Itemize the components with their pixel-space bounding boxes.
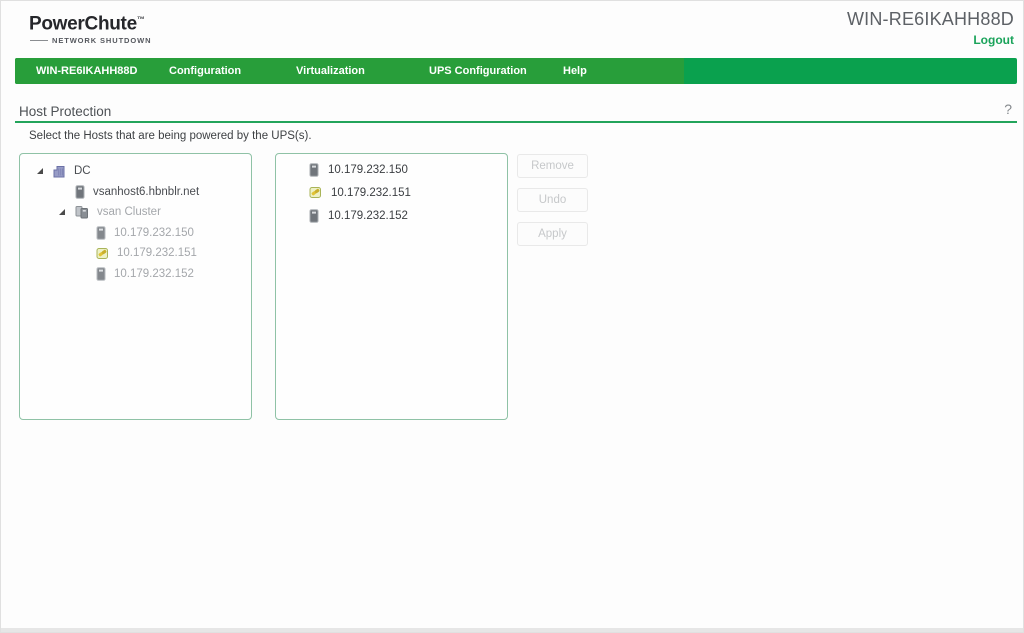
tree-label: vsan Cluster <box>97 206 161 218</box>
remove-button[interactable]: Remove <box>517 154 588 178</box>
host-icon <box>96 267 106 281</box>
nav-item-virtualization[interactable]: Virtualization <box>296 58 429 84</box>
cluster-icon <box>74 205 89 219</box>
tree-label: 10.179.232.152 <box>114 268 194 280</box>
powerchute-window: PowerChute™ NETWORK SHUTDOWN WIN-RE6IKAH… <box>0 0 1024 633</box>
logout-link[interactable]: Logout <box>847 33 1014 47</box>
selected-host-label: 10.179.232.150 <box>328 164 408 176</box>
window-bottom-edge <box>1 628 1023 632</box>
expand-triangle-icon[interactable] <box>58 208 66 216</box>
host-icon <box>75 185 85 199</box>
instruction-text: Select the Hosts that are being powered … <box>29 130 312 142</box>
logo-subtitle-text: NETWORK SHUTDOWN <box>52 36 151 45</box>
tree-label: DC <box>74 165 91 177</box>
main-navbar: WIN-RE6IKAHH88D Configuration Virtualiza… <box>15 58 1017 84</box>
selected-host-row-151[interactable]: 10.179.232.151 <box>276 181 507 204</box>
selected-host-row-150[interactable]: 10.179.232.150 <box>276 158 507 181</box>
host-icon <box>96 226 106 240</box>
undo-button[interactable]: Undo <box>517 188 588 212</box>
nav-item-hostname[interactable]: WIN-RE6IKAHH88D <box>36 58 169 84</box>
expand-triangle-icon[interactable] <box>36 167 44 175</box>
trademark-symbol: ™ <box>137 15 145 24</box>
nav-item-help[interactable]: Help <box>563 58 587 84</box>
tree-row-host-152[interactable]: 10.179.232.152 <box>20 264 251 285</box>
help-icon[interactable]: ? <box>1004 101 1012 117</box>
header-right: WIN-RE6IKAHH88D Logout <box>847 9 1014 47</box>
vsan-witness-host-icon <box>96 247 109 260</box>
host-icon <box>309 209 319 223</box>
powerchute-logo: PowerChute™ NETWORK SHUTDOWN <box>29 10 151 45</box>
logo-title-text: PowerChute <box>29 13 137 34</box>
datacenter-icon <box>52 164 66 178</box>
tree-row-host[interactable]: vsanhost6.hbnblr.net <box>20 182 251 203</box>
host-icon <box>309 163 319 177</box>
inventory-tree-panel: DC vsanhost6.hbnblr.net <box>19 153 252 420</box>
tree-row-host-151[interactable]: 10.179.232.151 <box>20 243 251 264</box>
tree-label: 10.179.232.151 <box>117 247 197 259</box>
tree-label: 10.179.232.150 <box>114 227 194 239</box>
selected-host-label: 10.179.232.151 <box>331 187 411 199</box>
vsan-witness-host-icon <box>309 186 322 199</box>
apply-button[interactable]: Apply <box>517 222 588 246</box>
tree-row-host-150[interactable]: 10.179.232.150 <box>20 223 251 244</box>
protected-hosts-panel: 10.179.232.150 10.179.232.151 10.179.232… <box>275 153 508 420</box>
logo-dash <box>30 40 48 41</box>
title-underline <box>15 121 1017 123</box>
navbar-menu: WIN-RE6IKAHH88D Configuration Virtualiza… <box>15 58 684 84</box>
tree-row-cluster[interactable]: vsan Cluster <box>20 202 251 223</box>
logo-subtitle: NETWORK SHUTDOWN <box>30 36 151 45</box>
nav-item-configuration[interactable]: Configuration <box>169 58 296 84</box>
tree-label: vsanhost6.hbnblr.net <box>93 186 199 198</box>
tree-row-datacenter[interactable]: DC <box>20 161 251 182</box>
nav-item-ups-configuration[interactable]: UPS Configuration <box>429 58 563 84</box>
selected-host-label: 10.179.232.152 <box>328 210 408 222</box>
page-title: Host Protection <box>19 104 111 119</box>
selected-host-row-152[interactable]: 10.179.232.152 <box>276 204 507 227</box>
logo-title: PowerChute™ <box>29 10 151 34</box>
hostname-label: WIN-RE6IKAHH88D <box>847 9 1014 30</box>
